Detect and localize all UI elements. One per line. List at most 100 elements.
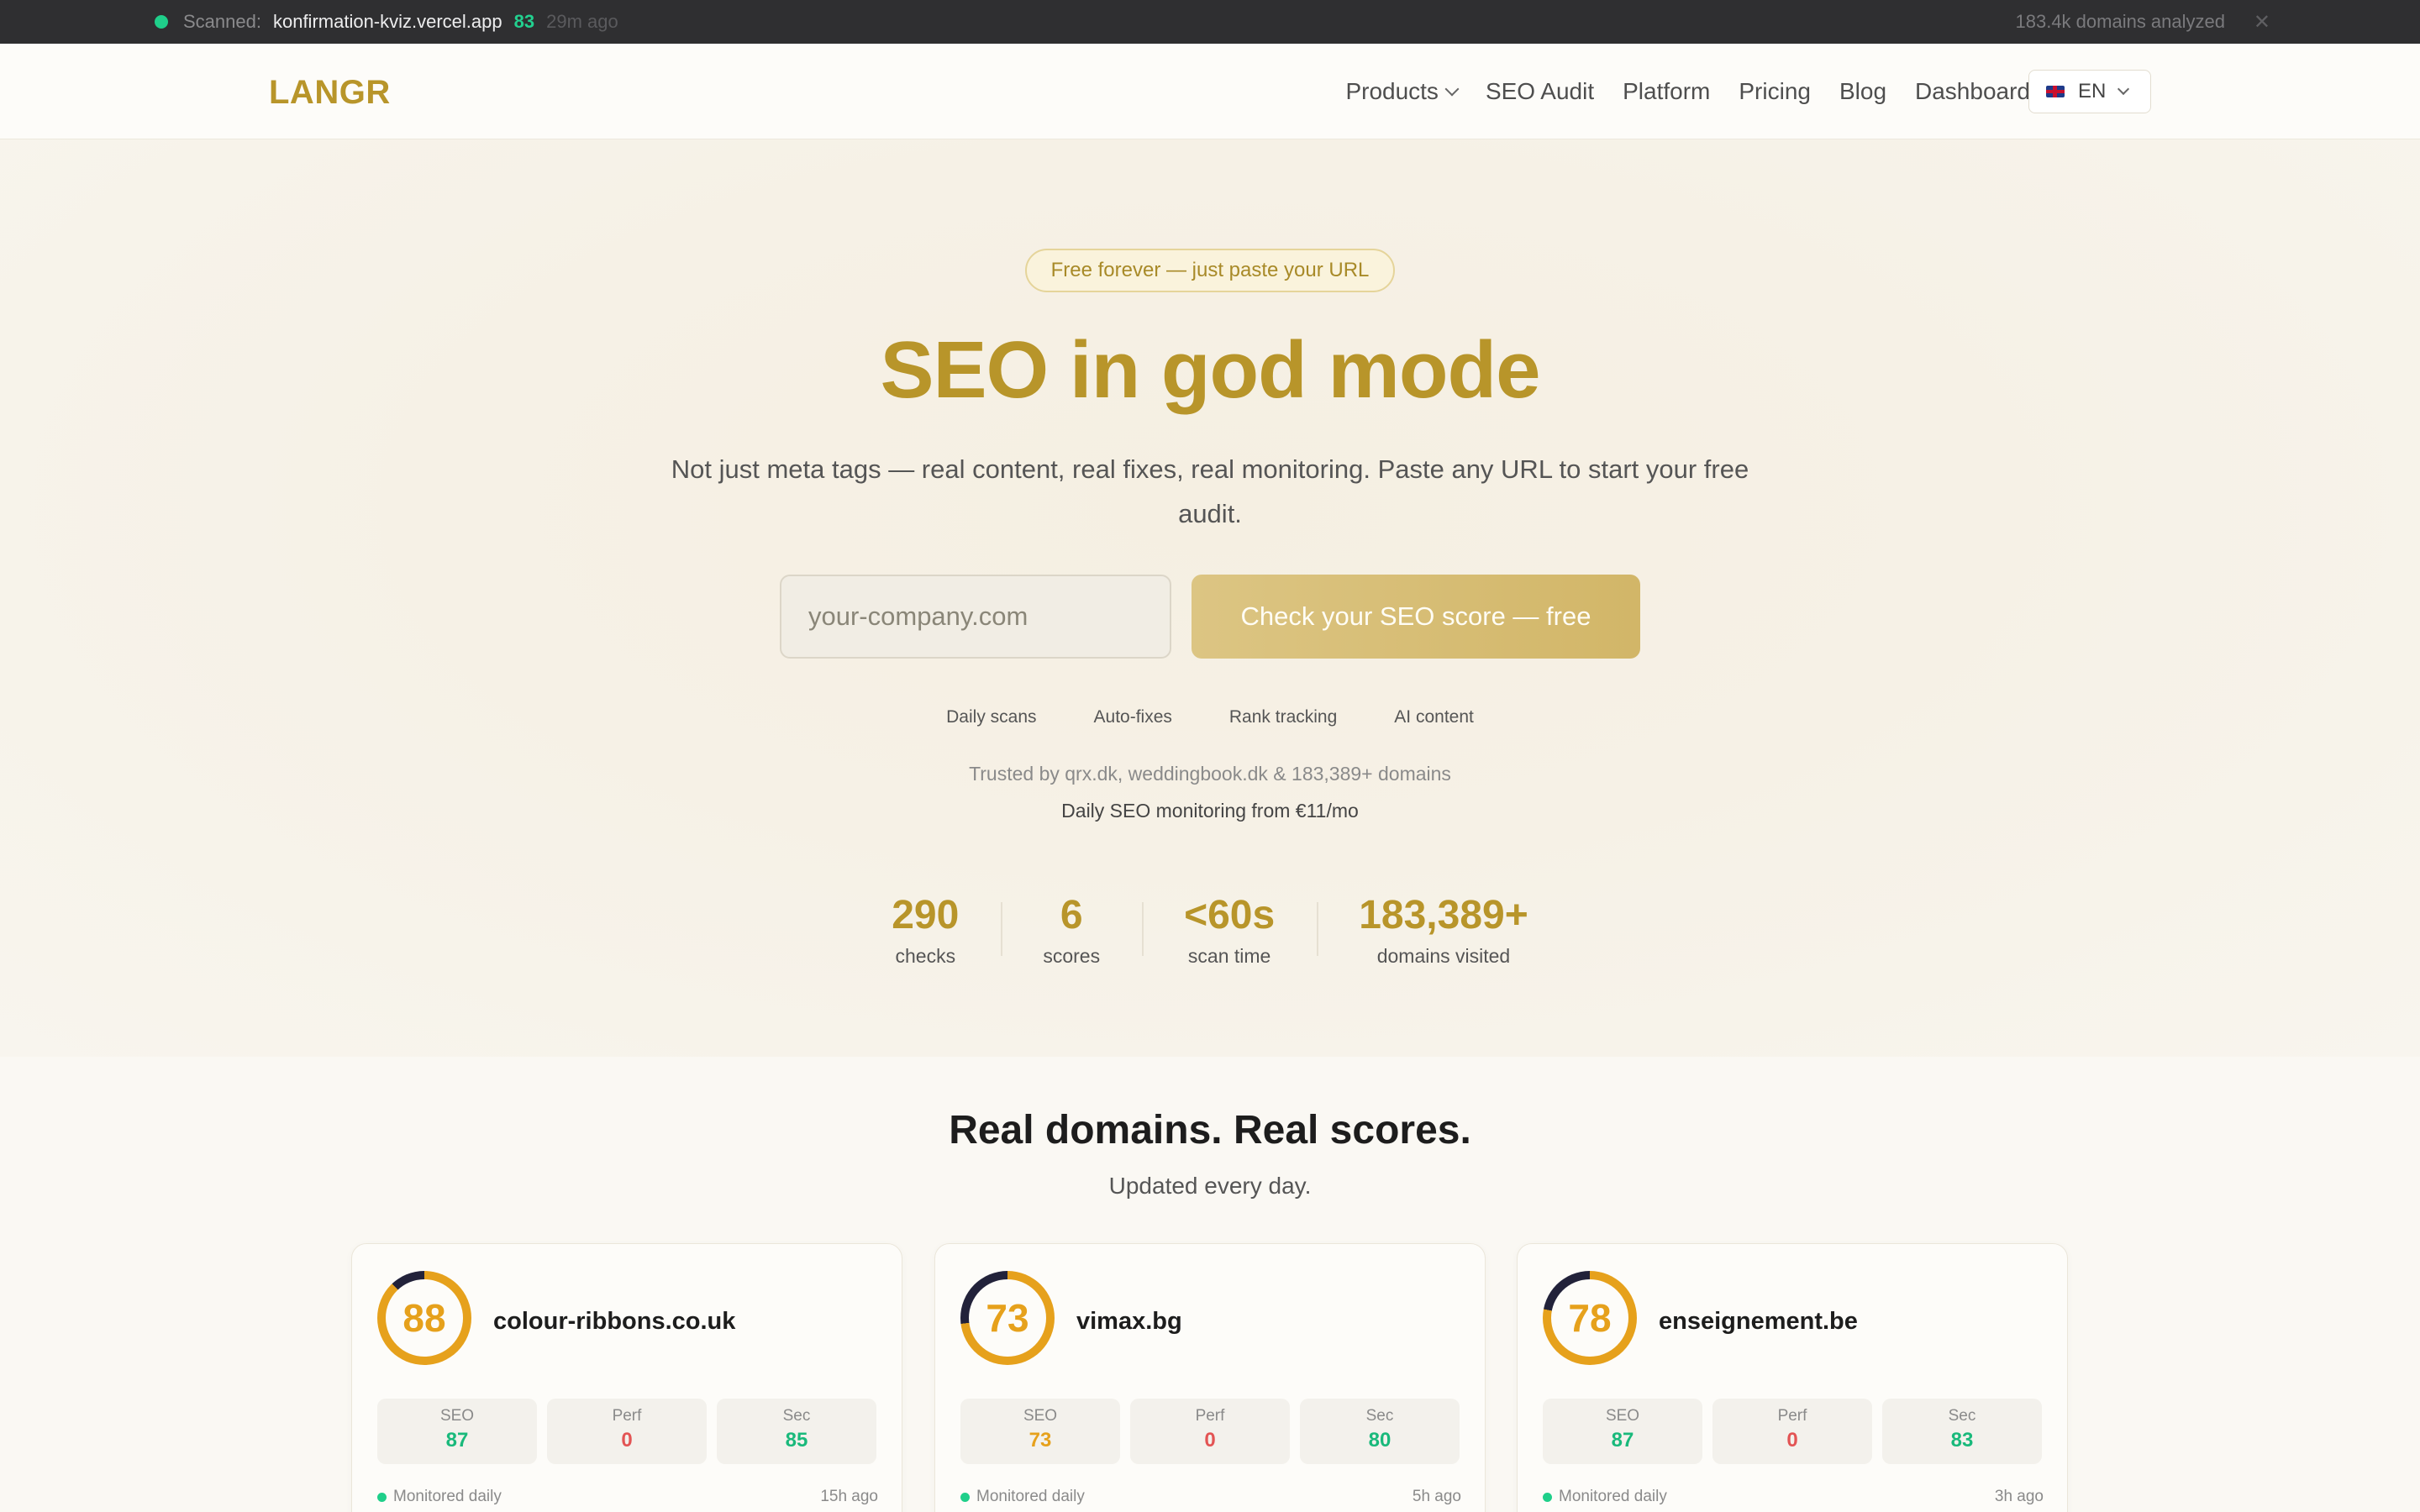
hero-subtitle: Not just meta tags — real content, real … bbox=[671, 454, 1749, 528]
check-seo-score-button[interactable]: Check your SEO score — free bbox=[1192, 575, 1640, 659]
monitor-status: Monitored daily bbox=[377, 1488, 502, 1506]
stat-caption: checks bbox=[895, 945, 956, 967]
metric-value: 0 bbox=[621, 1429, 633, 1452]
metric-seo: SEO 87 bbox=[1543, 1399, 1702, 1464]
status-dot-icon bbox=[155, 15, 168, 29]
overall-score: 78 bbox=[1551, 1279, 1628, 1357]
language-label: EN bbox=[2078, 80, 2107, 102]
nav-platform[interactable]: Platform bbox=[1623, 78, 1710, 105]
nav-dashboard[interactable]: Dashboard bbox=[1915, 78, 2030, 105]
metric-seo: SEO 87 bbox=[377, 1399, 537, 1464]
feature-daily-scans: Daily scans bbox=[946, 707, 1037, 727]
metric-label: SEO bbox=[1605, 1407, 1640, 1425]
scan-timestamp: 29m ago bbox=[546, 11, 618, 32]
stat-domains: 183,389+ domains visited bbox=[1317, 892, 1570, 968]
monitor-label: Monitored daily bbox=[976, 1488, 1085, 1505]
metric-perf: Perf 0 bbox=[547, 1399, 707, 1464]
metric-value: 80 bbox=[1368, 1429, 1392, 1452]
metric-perf: Perf 0 bbox=[1712, 1399, 1872, 1464]
stat-caption: domains visited bbox=[1376, 945, 1511, 967]
stat-value: 6 bbox=[1060, 893, 1083, 937]
nav-links: Products SEO Audit Platform Pricing Blog… bbox=[1345, 44, 2030, 139]
stat-value: 290 bbox=[892, 893, 960, 937]
domain-card[interactable]: 78 enseignement.be SEO 87 Perf 0 Sec 83 … bbox=[1517, 1243, 2068, 1512]
scanned-score: 83 bbox=[513, 11, 535, 32]
domain-name: colour-ribbons.co.uk bbox=[493, 1308, 736, 1335]
status-dot-icon bbox=[960, 1492, 970, 1502]
domain-name: enseignement.be bbox=[1659, 1308, 1858, 1335]
nav-products-label: Products bbox=[1345, 78, 1439, 104]
hero-section: Free forever — just paste your URL SEO i… bbox=[0, 139, 2420, 1057]
nav-products[interactable]: Products bbox=[1345, 78, 1460, 105]
metric-value: 0 bbox=[1786, 1429, 1798, 1452]
status-dot-icon bbox=[377, 1492, 387, 1502]
url-input[interactable] bbox=[780, 575, 1171, 659]
metric-label: Sec bbox=[782, 1407, 811, 1425]
nav-blog[interactable]: Blog bbox=[1839, 78, 1886, 105]
top-navigation: LANGR Products SEO Audit Platform Pricin… bbox=[0, 44, 2420, 139]
close-icon[interactable]: ✕ bbox=[2254, 10, 2270, 34]
metric-tiles: SEO 87 Perf 0 Sec 83 bbox=[1543, 1399, 2042, 1464]
last-scan-time: 5h ago bbox=[1412, 1488, 1461, 1505]
card-footer: Monitored daily 15h ago bbox=[377, 1488, 878, 1506]
stat-scan-time: <60s scan time bbox=[1142, 892, 1317, 968]
metric-label: Perf bbox=[1195, 1407, 1225, 1425]
scanned-domain-link[interactable]: konfirmation-kviz.vercel.app bbox=[273, 11, 502, 33]
nav-seo-audit[interactable]: SEO Audit bbox=[1486, 78, 1594, 105]
metric-value: 85 bbox=[785, 1429, 808, 1452]
nav-pricing[interactable]: Pricing bbox=[1739, 78, 1811, 105]
metric-tiles: SEO 73 Perf 0 Sec 80 bbox=[960, 1399, 1460, 1464]
metric-label: Sec bbox=[1948, 1407, 1976, 1425]
overall-score: 73 bbox=[969, 1279, 1046, 1357]
section-title: Real domains. Real scores. bbox=[949, 1108, 1471, 1152]
monitor-status: Monitored daily bbox=[1543, 1488, 1667, 1506]
metric-label: Perf bbox=[1777, 1407, 1807, 1425]
stat-checks: 290 checks bbox=[850, 892, 1001, 968]
domain-card[interactable]: 88 colour-ribbons.co.uk SEO 87 Perf 0 Se… bbox=[351, 1243, 902, 1512]
score-ring: 78 bbox=[1543, 1271, 1637, 1365]
language-selector[interactable]: EN bbox=[2028, 70, 2151, 113]
free-forever-badge: Free forever — just paste your URL bbox=[1025, 249, 1395, 292]
status-dot-icon bbox=[1543, 1492, 1552, 1502]
metric-value: 0 bbox=[1204, 1429, 1216, 1452]
last-scan-time: 15h ago bbox=[820, 1488, 878, 1505]
metric-sec: Sec 85 bbox=[717, 1399, 876, 1464]
monitor-status: Monitored daily bbox=[960, 1488, 1085, 1506]
metric-value: 83 bbox=[1950, 1429, 1974, 1452]
stat-value: 183,389+ bbox=[1359, 893, 1528, 937]
metric-seo: SEO 73 bbox=[960, 1399, 1120, 1464]
feature-rank-tracking: Rank tracking bbox=[1228, 707, 1338, 727]
score-ring: 73 bbox=[960, 1271, 1055, 1365]
metric-sec: Sec 83 bbox=[1882, 1399, 2042, 1464]
score-ring: 88 bbox=[377, 1271, 471, 1365]
overall-score: 88 bbox=[386, 1279, 463, 1357]
hero-headline: SEO in god mode bbox=[880, 325, 1540, 415]
scan-label: Scanned: bbox=[183, 11, 261, 32]
chevron-down-icon bbox=[2118, 82, 2130, 96]
metric-label: SEO bbox=[439, 1407, 475, 1425]
stat-value: <60s bbox=[1184, 893, 1276, 937]
metric-value: 73 bbox=[1028, 1429, 1052, 1452]
stat-scores: 6 scores bbox=[1001, 892, 1142, 968]
metric-sec: Sec 80 bbox=[1300, 1399, 1460, 1464]
feature-ai-content: AI content bbox=[1394, 707, 1474, 727]
card-footer: Monitored daily 3h ago bbox=[1543, 1488, 2044, 1506]
card-footer: Monitored daily 5h ago bbox=[960, 1488, 1461, 1506]
uk-flag-icon bbox=[2046, 86, 2065, 97]
metric-label: Sec bbox=[1365, 1407, 1394, 1425]
trusted-by-text: Trusted by qrx.dk, weddingbook.dk & 183,… bbox=[969, 763, 1451, 785]
scan-status-bar: Scanned: konfirmation-kviz.vercel.app 83… bbox=[0, 0, 2420, 44]
section-subtitle: Updated every day. bbox=[1108, 1173, 1312, 1199]
pricing-text: Daily SEO monitoring from €11/mo bbox=[1061, 800, 1359, 822]
last-scan-time: 3h ago bbox=[1994, 1488, 2044, 1505]
monitor-label: Monitored daily bbox=[1559, 1488, 1667, 1505]
metric-value: 87 bbox=[1611, 1429, 1634, 1452]
chevron-down-icon bbox=[1444, 81, 1460, 97]
feature-auto-fixes: Auto-fixes bbox=[1093, 707, 1172, 727]
logo[interactable]: LANGR bbox=[269, 74, 391, 112]
metric-perf: Perf 0 bbox=[1130, 1399, 1290, 1464]
monitor-label: Monitored daily bbox=[393, 1488, 502, 1505]
domain-card[interactable]: 73 vimax.bg SEO 73 Perf 0 Sec 80 Monitor… bbox=[934, 1243, 1486, 1512]
stat-caption: scan time bbox=[1187, 945, 1271, 967]
metric-tiles: SEO 87 Perf 0 Sec 85 bbox=[377, 1399, 876, 1464]
